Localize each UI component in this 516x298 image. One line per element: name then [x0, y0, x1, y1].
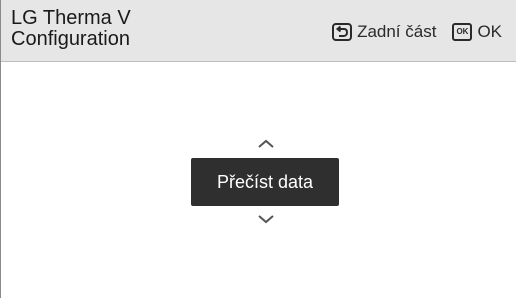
page-title: LG Therma V Configuration — [11, 8, 131, 50]
title-line-2: Configuration — [11, 28, 130, 50]
chevron-down-icon[interactable] — [256, 213, 276, 225]
back-button[interactable]: Zadní část — [332, 22, 436, 42]
configuration-screen: LG Therma V Configuration Zadní část OK … — [0, 0, 516, 298]
header-controls: Zadní část OK OK — [332, 22, 502, 42]
back-arrow-icon — [332, 23, 353, 41]
back-label: Zadní část — [357, 22, 437, 41]
option-selector[interactable]: Přečíst data — [191, 158, 339, 206]
header-bar: LG Therma V Configuration Zadní část OK … — [1, 0, 516, 62]
ok-key-icon: OK — [452, 23, 473, 41]
title-line-1: LG Therma V — [11, 7, 131, 29]
ok-button[interactable]: OK OK — [452, 22, 502, 42]
ok-label: OK — [477, 22, 502, 41]
selected-option-label: Přečíst data — [216, 171, 314, 192]
chevron-up-icon[interactable] — [256, 138, 276, 150]
